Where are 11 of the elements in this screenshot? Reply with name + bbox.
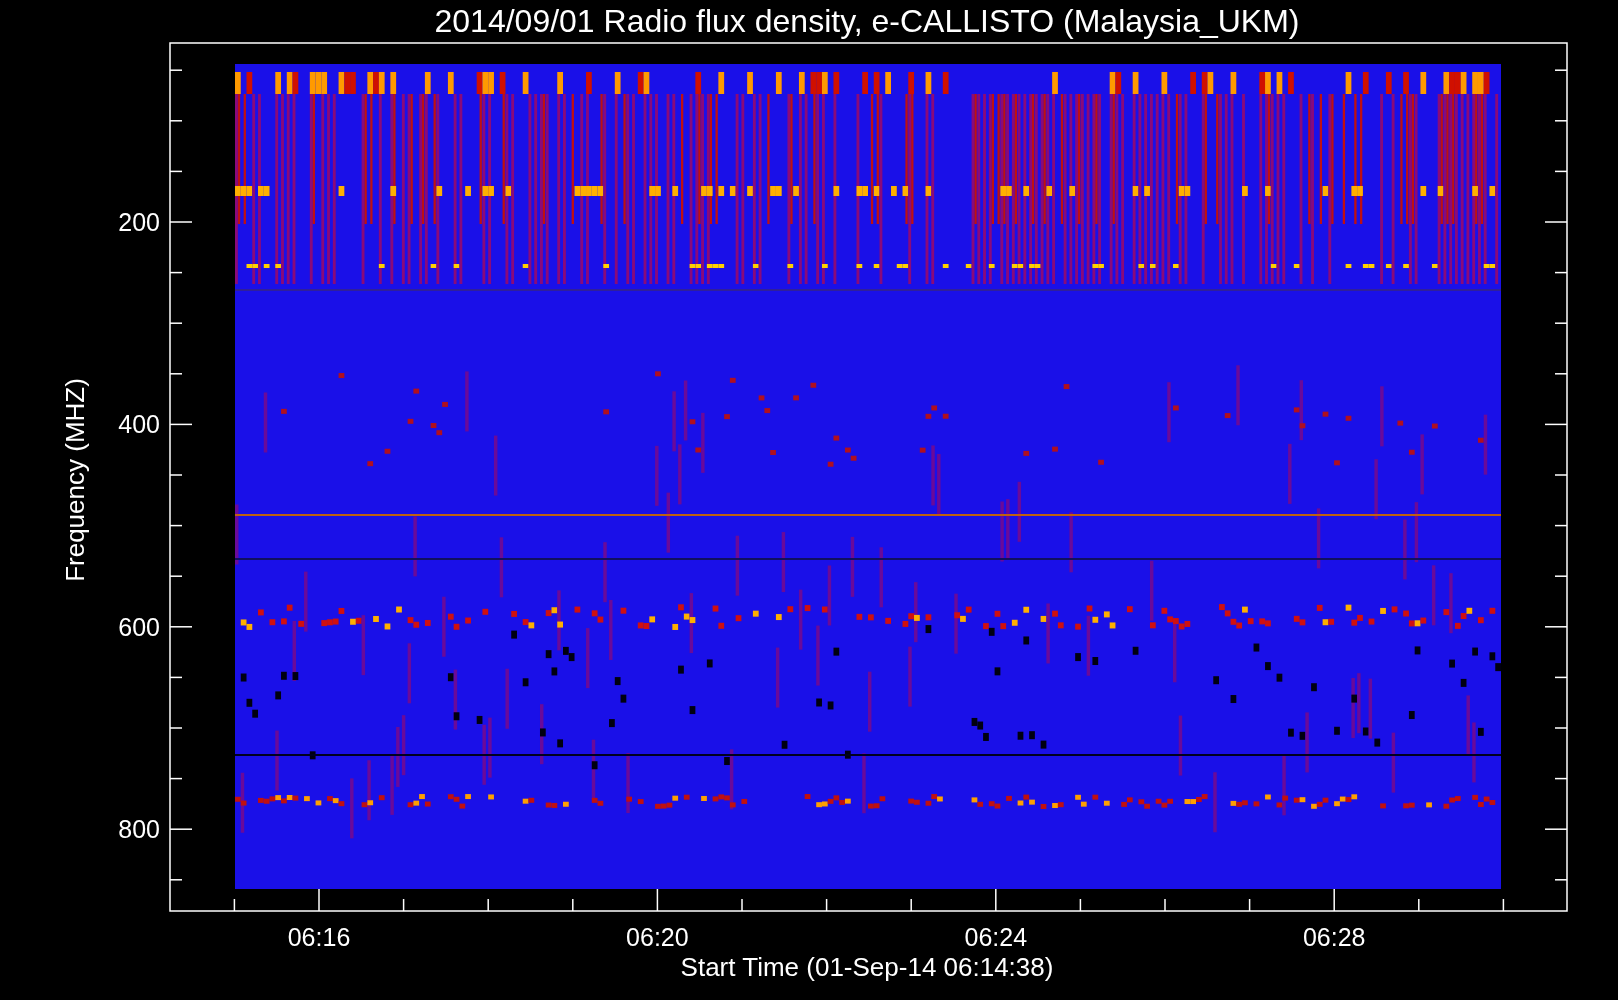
y-tick-label: 800	[118, 815, 160, 844]
y-tick-label: 400	[118, 410, 160, 439]
x-tick-label: 06:16	[287, 923, 351, 951]
y-tick-label: 200	[118, 208, 160, 236]
x-tick-label: 06:24	[964, 923, 1028, 951]
x-tick-label: 06:28	[1302, 923, 1366, 951]
x-tick-label: 06:20	[626, 923, 689, 951]
y-axis-label: Frequency (MHZ)	[60, 378, 90, 582]
y-tick-label: 600	[118, 612, 160, 641]
x-axis-label: Start Time (01-Sep-14 06:14:38)	[680, 952, 1054, 982]
chart-title: 2014/09/01 Radio flux density, e-CALLISTO (Malaysia_UKM)	[434, 3, 1300, 39]
